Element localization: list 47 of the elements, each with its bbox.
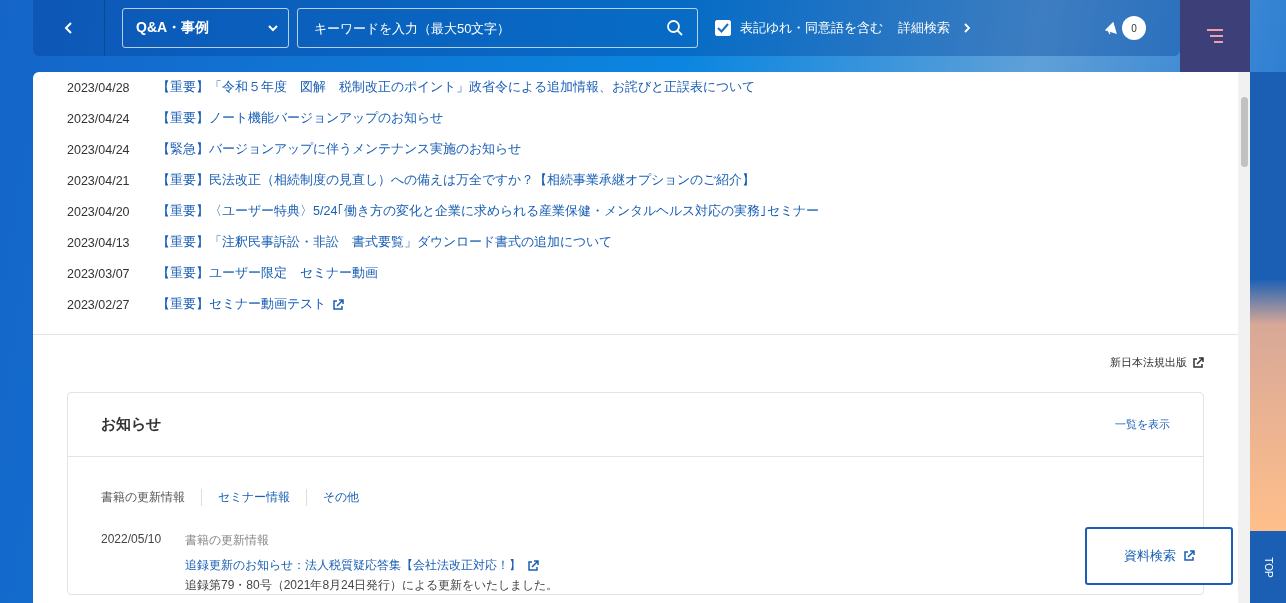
notice-date: 2022/05/10	[101, 532, 163, 548]
news-link[interactable]: 【重要】民法改正（相続制度の見直し）への備えは万全ですか？【相続事業承継オプションのご紹介】	[157, 172, 755, 189]
external-link-icon	[1192, 356, 1204, 369]
notice-description: 追録第79・80号（2021年8月24日発行）による更新をいたしました。	[185, 577, 560, 594]
checkbox-label: 表記ゆれ・同意語を含む	[740, 19, 883, 37]
category-tab[interactable]: セミナー情報	[201, 489, 306, 506]
news-link[interactable]: 【重要】「令和５年度 図解 税制改正のポイント」政省令による追加情報、お詫びと正誤表について	[157, 79, 755, 96]
notice-category: 書籍の更新情報	[185, 532, 269, 549]
menu-button[interactable]	[1180, 0, 1250, 72]
news-link[interactable]: 【緊急】バージョンアップに伴うメンテナンス実施のお知らせ	[157, 141, 521, 158]
chevron-left-icon	[63, 22, 74, 34]
document-search-button[interactable]: 資料検索	[1085, 527, 1233, 585]
news-link[interactable]: 【重要】セミナー動画テスト	[157, 296, 344, 313]
news-date: 2023/03/07	[67, 266, 131, 281]
external-link-icon	[332, 298, 344, 311]
chevron-down-icon	[268, 24, 278, 32]
news-date: 2023/04/24	[67, 111, 131, 126]
news-date: 2023/04/21	[67, 173, 131, 188]
megaphone-icon[interactable]	[1104, 21, 1118, 35]
external-link-icon	[527, 559, 539, 572]
category-tab[interactable]: その他	[306, 489, 375, 506]
publisher-link[interactable]: 新日本法規出版	[1110, 355, 1204, 370]
news-date: 2023/04/28	[67, 80, 131, 95]
news-link[interactable]: 【重要】ユーザー限定 セミナー動画	[157, 265, 378, 282]
external-link-icon	[1182, 550, 1195, 562]
search-icon	[666, 19, 684, 37]
top-button[interactable]: TOP	[1250, 531, 1286, 603]
category-tab[interactable]: 書籍の更新情報	[101, 489, 201, 506]
news-date: 2023/02/27	[67, 297, 131, 312]
scrollbar-thumb[interactable]	[1241, 97, 1248, 167]
news-link[interactable]: 【重要】ノート機能バージョンアップのお知らせ	[157, 110, 443, 127]
checkbox[interactable]	[715, 20, 731, 36]
search-field[interactable]: キーワードを入力（最大50文字）	[297, 8, 698, 48]
view-all-link[interactable]: 一覧を表示	[1115, 417, 1170, 432]
news-link[interactable]: 【重要】〈ユーザー特典〉5/24｢働き方の変化と企業に求められる産業保健・メンタルヘルス対応の実務｣セミナー	[157, 203, 820, 220]
news-link[interactable]: 【重要】「注釈民事訴訟・非訟 書式要覧」ダウンロード書式の追加について	[157, 234, 612, 251]
section-title: お知らせ	[101, 415, 161, 434]
notice-link[interactable]: 追録更新のお知らせ：法人税質疑応答集【会社法改正対応！】	[185, 557, 539, 574]
news-date: 2023/04/20	[67, 204, 131, 219]
chevron-right-icon	[964, 23, 971, 33]
notification-badge: 0	[1122, 16, 1146, 40]
news-date: 2023/04/13	[67, 235, 131, 250]
category-select[interactable]: Q&A・事例	[122, 8, 289, 48]
news-date: 2023/04/24	[67, 142, 131, 157]
advanced-search-link[interactable]: 詳細検索	[898, 19, 971, 37]
scrollbar[interactable]	[1238, 72, 1250, 603]
menu-icon	[1206, 29, 1224, 43]
